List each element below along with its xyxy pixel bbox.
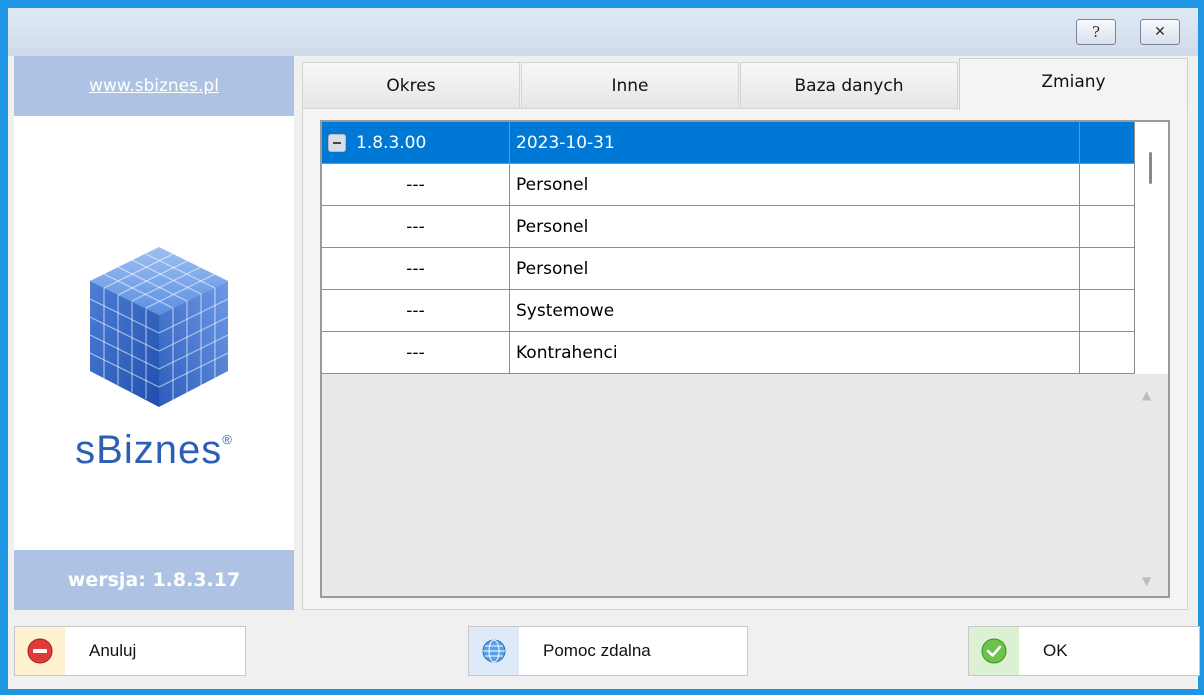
description-cell: Personel <box>510 164 1080 205</box>
row-scrollbar[interactable] <box>1134 122 1168 374</box>
extra-cell <box>1080 206 1134 247</box>
tab-zmiany[interactable]: Zmiany <box>959 58 1188 110</box>
tab-inne[interactable]: Inne <box>521 62 739 108</box>
changes-tab-panel: 1.8.3.00 2023-10-31 --- Personel --- Per… <box>302 108 1188 610</box>
version-label: wersja: 1.8.3.17 <box>14 550 294 610</box>
version-cell: --- <box>322 248 510 289</box>
remote-help-label: Pomoc zdalna <box>543 641 651 660</box>
close-button[interactable]: ✕ <box>1140 19 1180 45</box>
close-icon: ✕ <box>1154 24 1166 40</box>
extra-cell <box>1080 164 1134 205</box>
help-icon: ? <box>1091 23 1101 41</box>
changes-grid: 1.8.3.00 2023-10-31 --- Personel --- Per… <box>320 120 1170 598</box>
remote-icon-box <box>469 627 519 675</box>
scrollbar-thumb[interactable] <box>1149 152 1152 184</box>
grid-row[interactable]: 1.8.3.00 2023-10-31 <box>322 122 1134 164</box>
extra-cell <box>1080 248 1134 289</box>
no-entry-icon <box>27 638 53 664</box>
title-bar: ? ✕ <box>8 8 1198 56</box>
branding-panel: www.sbiznes.pl sBiznes® wersja: 1.8.3.17 <box>14 56 294 610</box>
version-cell: --- <box>322 164 510 205</box>
site-link-band: www.sbiznes.pl <box>14 56 294 116</box>
description-cell: 2023-10-31 <box>510 122 1080 163</box>
ok-label: OK <box>1043 641 1068 660</box>
scroll-down-icon[interactable]: ▼ <box>1142 574 1151 588</box>
description-cell: Kontrahenci <box>510 332 1080 373</box>
version-cell: --- <box>322 332 510 373</box>
help-button[interactable]: ? <box>1076 19 1116 45</box>
version-cell: --- <box>322 206 510 247</box>
grid-row[interactable]: --- Personel <box>322 164 1134 206</box>
collapse-icon[interactable] <box>328 133 346 152</box>
grid-rows: 1.8.3.00 2023-10-31 --- Personel --- Per… <box>322 122 1134 374</box>
cube-logo-icon <box>89 247 229 407</box>
brand-name-text: sBiznes <box>75 428 223 472</box>
cancel-icon-box <box>15 627 65 675</box>
grid-row[interactable]: --- Systemowe <box>322 290 1134 332</box>
grid-row[interactable]: --- Kontrahenci <box>322 332 1134 374</box>
version-text: 1.8.3.00 <box>356 132 427 153</box>
globe-icon <box>482 639 506 663</box>
extra-cell <box>1080 122 1134 163</box>
cancel-button[interactable]: Anuluj <box>14 626 246 676</box>
cancel-label: Anuluj <box>89 641 137 660</box>
tab-bar: Okres Inne Baza danych Zmiany <box>302 58 1188 110</box>
extra-cell <box>1080 290 1134 331</box>
version-cell: 1.8.3.00 <box>322 122 510 163</box>
version-cell: --- <box>322 290 510 331</box>
grid-row[interactable]: --- Personel <box>322 206 1134 248</box>
ok-icon-box <box>969 627 1019 675</box>
description-cell: Personel <box>510 206 1080 247</box>
checkmark-icon <box>981 638 1007 664</box>
scroll-up-icon[interactable]: ▲ <box>1142 388 1151 402</box>
extra-cell <box>1080 332 1134 373</box>
registered-mark: ® <box>222 432 233 447</box>
grid-row[interactable]: --- Personel <box>322 248 1134 290</box>
ok-button[interactable]: OK <box>968 626 1200 676</box>
brand-wordmark: sBiznes® <box>14 428 294 473</box>
remote-help-button[interactable]: Pomoc zdalna <box>468 626 748 676</box>
tab-baza-danych[interactable]: Baza danych <box>740 62 958 108</box>
website-link[interactable]: www.sbiznes.pl <box>89 76 219 96</box>
description-cell: Personel <box>510 248 1080 289</box>
tab-okres[interactable]: Okres <box>302 62 520 108</box>
description-cell: Systemowe <box>510 290 1080 331</box>
